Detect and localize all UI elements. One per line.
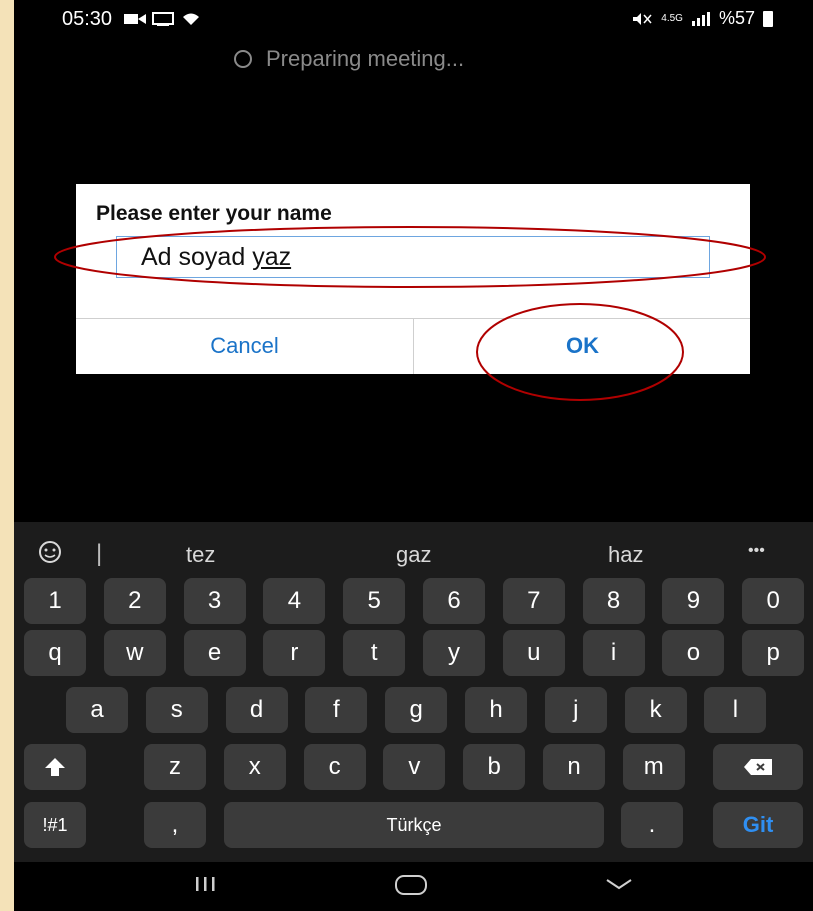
emoji-icon[interactable]	[36, 540, 66, 564]
key-v[interactable]: v	[383, 744, 446, 790]
back-chevron-icon[interactable]	[604, 874, 634, 894]
key-5[interactable]: 5	[343, 578, 406, 624]
key-x[interactable]: x	[223, 744, 286, 790]
key-j[interactable]: j	[544, 687, 607, 733]
suggestion-bar: | tez gaz haz •••	[14, 522, 813, 582]
key-s[interactable]: s	[145, 687, 208, 733]
status-bar: 05:30 4.5G %57	[14, 0, 813, 40]
key-7[interactable]: 7	[502, 578, 565, 624]
name-input[interactable]: Ad soyad yaz	[116, 236, 710, 278]
preparing-status: Preparing meeting...	[234, 46, 464, 72]
key-a[interactable]: a	[66, 687, 128, 733]
key-y[interactable]: y	[423, 630, 485, 676]
more-options-icon[interactable]: •••	[748, 542, 765, 560]
backspace-icon	[744, 759, 772, 775]
shift-key[interactable]	[24, 744, 86, 790]
key-f[interactable]: f	[305, 687, 368, 733]
key-2[interactable]: 2	[103, 578, 166, 624]
ok-button[interactable]: OK	[414, 318, 751, 374]
suggestion-divider: |	[96, 540, 103, 567]
video-camera-icon	[124, 14, 146, 24]
space-key[interactable]: Türkçe	[224, 802, 604, 848]
key-h[interactable]: h	[465, 687, 527, 733]
shift-arrow-icon	[45, 758, 65, 776]
backspace-key[interactable]	[713, 744, 803, 790]
symbols-key[interactable]: !#1	[24, 802, 86, 848]
key-e[interactable]: e	[183, 630, 246, 676]
key-n[interactable]: n	[543, 744, 605, 790]
key-k[interactable]: k	[624, 687, 687, 733]
suggestion-3[interactable]: haz	[608, 542, 643, 568]
key-i[interactable]: i	[582, 630, 645, 676]
recent-apps-icon[interactable]	[194, 874, 218, 894]
screen-cast-icon	[152, 12, 174, 26]
key-3[interactable]: 3	[183, 578, 246, 624]
key-p[interactable]: p	[742, 630, 805, 676]
key-c[interactable]: c	[303, 744, 366, 790]
battery-icon	[763, 10, 773, 27]
cancel-button[interactable]: Cancel	[76, 318, 413, 374]
preparing-text: Preparing meeting...	[266, 46, 465, 71]
loading-spinner-icon	[234, 50, 252, 68]
key-4[interactable]: 4	[263, 578, 326, 624]
network-type: 4.5G	[661, 13, 683, 24]
key-6[interactable]: 6	[423, 578, 485, 624]
dialog-title: Please enter your name	[96, 202, 332, 225]
key-m[interactable]: m	[622, 744, 685, 790]
navigation-bar	[14, 862, 813, 911]
key-0[interactable]: 0	[742, 578, 805, 624]
key-d[interactable]: d	[225, 687, 288, 733]
key-q[interactable]: q	[24, 630, 86, 676]
status-right: 4.5G %57	[631, 8, 773, 29]
key-8[interactable]: 8	[582, 578, 645, 624]
name-input-text: Ad soyad	[141, 243, 253, 271]
key-9[interactable]: 9	[662, 578, 725, 624]
name-input-composing-text: yaz	[252, 243, 292, 271]
signal-icon	[691, 11, 710, 26]
wifi-icon	[183, 13, 199, 25]
key-r[interactable]: r	[263, 630, 326, 676]
key-b[interactable]: b	[463, 744, 526, 790]
key-w[interactable]: w	[103, 630, 166, 676]
key-t[interactable]: t	[343, 630, 406, 676]
suggestion-1[interactable]: tez	[186, 542, 215, 568]
period-key[interactable]: .	[621, 802, 683, 848]
phone-screen: 05:30 4.5G %57 Preparing meeting... Plea…	[14, 0, 813, 911]
suggestion-2[interactable]: gaz	[396, 542, 431, 568]
key-g[interactable]: g	[385, 687, 448, 733]
key-1[interactable]: 1	[24, 578, 86, 624]
mute-icon	[633, 12, 652, 25]
name-dialog: Please enter your name Ad soyad yaz Canc…	[76, 184, 750, 374]
key-o[interactable]: o	[662, 630, 725, 676]
keyboard: | tez gaz haz ••• 1234567890 qwertyuiop …	[14, 522, 813, 911]
key-u[interactable]: u	[502, 630, 565, 676]
comma-key[interactable]: ,	[144, 802, 206, 848]
key-z[interactable]: z	[144, 744, 206, 790]
key-l[interactable]: l	[704, 687, 767, 733]
status-time: 05:30	[62, 8, 113, 30]
go-key[interactable]: Git	[713, 802, 803, 848]
home-icon[interactable]	[394, 874, 428, 896]
battery-percent: %57	[718, 8, 755, 28]
